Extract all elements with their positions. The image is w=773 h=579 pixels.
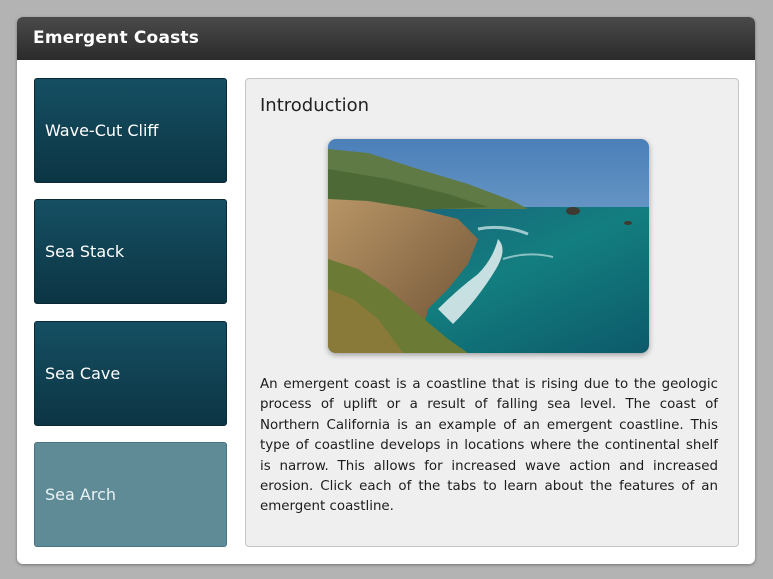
- panel-heading: Introduction: [260, 95, 370, 116]
- coastline-photo: [328, 139, 649, 353]
- tab-sea-arch[interactable]: Sea Arch: [34, 442, 227, 547]
- tab-sea-cave[interactable]: Sea Cave: [34, 321, 227, 426]
- tab-wave-cut-cliff[interactable]: Wave-Cut Cliff: [34, 78, 227, 183]
- content-panel: Introduction An emergent coast is a coas…: [245, 78, 739, 547]
- app-window: Emergent Coasts Wave-Cut Cliff Sea Stack…: [17, 17, 755, 564]
- app-title: Emergent Coasts: [17, 17, 755, 60]
- tab-sea-stack[interactable]: Sea Stack: [34, 199, 227, 304]
- intro-paragraph: An emergent coast is a coastline that is…: [260, 377, 718, 515]
